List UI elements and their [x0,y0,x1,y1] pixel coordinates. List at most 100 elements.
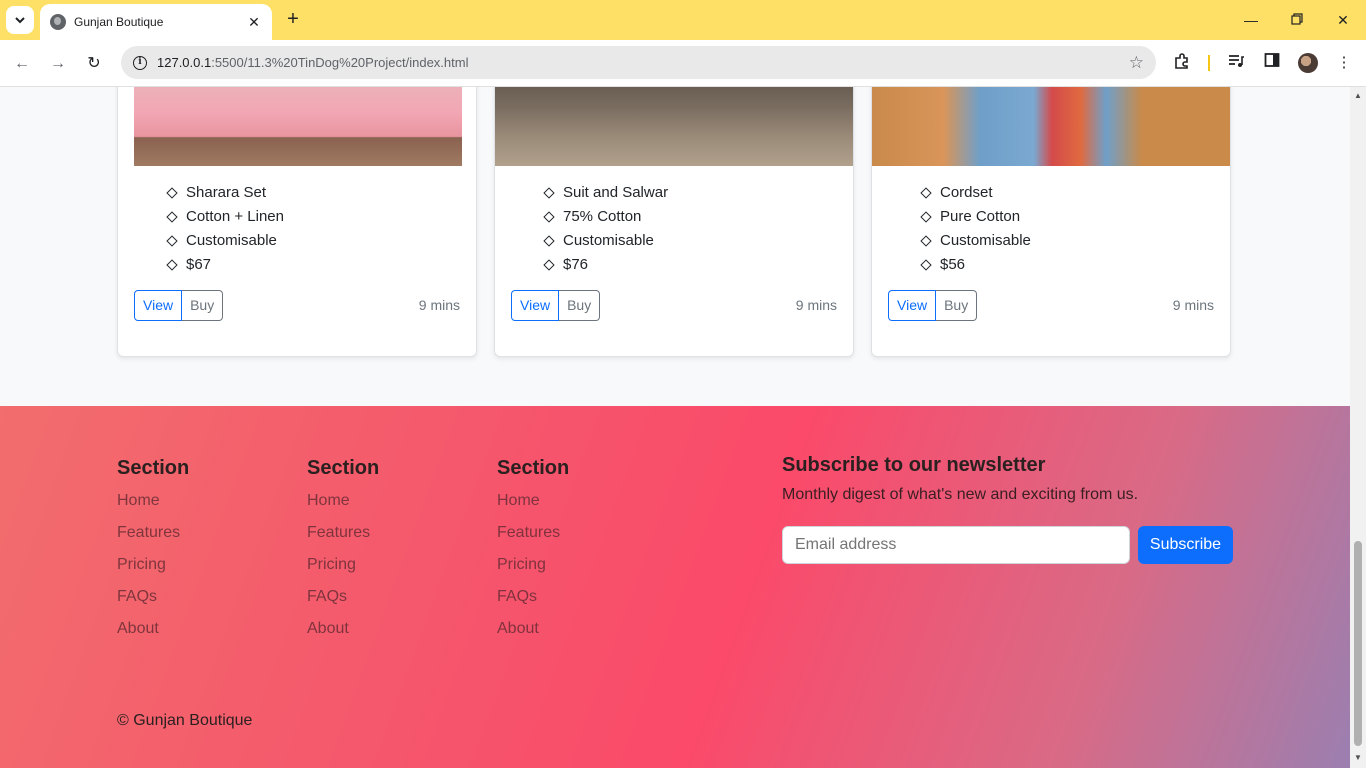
view-button[interactable]: View [134,290,183,321]
diamond-bullet-icon [166,259,178,271]
list-item: $76 [543,253,668,277]
product-card: Suit and Salwar 75% Cotton Customisable … [494,87,854,357]
card-time: 9 mins [1172,297,1214,313]
restore-icon[interactable] [1285,8,1309,32]
tab-search-button[interactable] [6,6,34,34]
diamond-bullet-icon [543,187,555,199]
tab-title: Gunjan Boutique [74,15,164,29]
list-item: Customisable [920,229,1031,253]
list-item: Customisable [543,229,668,253]
footer-link-faqs[interactable]: FAQs [497,581,569,613]
product-card: Sharara Set Cotton + Linen Customisable … [117,87,477,357]
minimize-icon[interactable]: — [1239,8,1263,32]
forward-icon[interactable]: → [46,52,70,76]
product-details-list: Suit and Salwar 75% Cotton Customisable … [543,181,668,277]
diamond-bullet-icon [166,211,178,223]
address-bar[interactable]: i 127.0.0.1:5500/11.3%20TinDog%20Project… [121,46,1156,79]
extensions-icon[interactable] [1171,52,1193,74]
buy-button[interactable]: Buy [559,290,601,321]
diamond-bullet-icon [166,187,178,199]
info-icon[interactable]: i [133,55,147,70]
close-tab-icon[interactable]: ✕ [246,14,262,31]
footer-column-heading: Section [307,457,380,479]
list-item: Customisable [166,229,284,253]
email-field[interactable] [782,526,1130,564]
card-button-group: View Buy [134,290,224,321]
product-image [134,87,462,166]
footer-link-pricing[interactable]: Pricing [497,549,569,581]
newsletter-subtitle: Monthly digest of what's new and excitin… [782,486,1139,503]
new-tab-button[interactable]: + [282,8,304,30]
media-control-icon[interactable] [1225,52,1247,74]
list-item: Cordset [920,181,1031,205]
diamond-bullet-icon [543,235,555,247]
diamond-bullet-icon [920,211,932,223]
footer-link-about[interactable]: About [117,613,189,645]
back-icon[interactable]: ← [10,52,34,76]
product-card: Cordset Pure Cotton Customisable $56 Vie… [871,87,1231,357]
footer-link-faqs[interactable]: FAQs [307,581,379,613]
side-panel-icon[interactable] [1261,52,1283,74]
page-scrollbar[interactable]: ▲ ▼ [1350,87,1366,768]
card-time: 9 mins [795,297,837,313]
product-image [872,87,1230,166]
card-button-group: View Buy [511,290,601,321]
footer-column: Section Home Features Pricing FAQs About [497,454,569,645]
footer-link-features[interactable]: Features [497,517,569,549]
footer-link-home[interactable]: Home [117,485,189,517]
footer-link-pricing[interactable]: Pricing [117,549,189,581]
list-item: Suit and Salwar [543,181,668,205]
page-viewport: Sharara Set Cotton + Linen Customisable … [0,87,1350,768]
view-button[interactable]: View [511,290,560,321]
chevron-down-icon [15,17,25,24]
browser-tab[interactable]: Gunjan Boutique ✕ [40,4,272,40]
footer: Section Home Features Pricing FAQs About… [0,406,1350,768]
diamond-bullet-icon [920,235,932,247]
footer-column: Section Home Features Pricing FAQs About [117,454,189,645]
menu-kebab-icon[interactable]: ⋮ [1333,52,1355,74]
close-window-icon[interactable]: ✕ [1331,8,1355,32]
browser-toolbar: ← → ↻ i 127.0.0.1:5500/11.3%20TinDog%20P… [0,40,1366,87]
diamond-bullet-icon [920,187,932,199]
card-time: 9 mins [418,297,460,313]
list-item: 75% Cotton [543,205,668,229]
list-item: Sharara Set [166,181,284,205]
footer-link-about[interactable]: About [307,613,379,645]
footer-link-features[interactable]: Features [307,517,379,549]
url-text: 127.0.0.1:5500/11.3%20TinDog%20Project/i… [157,55,469,70]
footer-column-heading: Section [117,457,190,479]
list-item: Pure Cotton [920,205,1031,229]
product-details-list: Cordset Pure Cotton Customisable $56 [920,181,1031,277]
copyright-text: © Gunjan Boutique [117,712,253,729]
product-details-list: Sharara Set Cotton + Linen Customisable … [166,181,284,277]
scroll-down-icon[interactable]: ▼ [1354,753,1362,762]
footer-link-features[interactable]: Features [117,517,189,549]
buy-button[interactable]: Buy [182,290,224,321]
diamond-bullet-icon [543,211,555,223]
bookmark-star-icon[interactable]: ☆ [1129,53,1144,73]
buy-button[interactable]: Buy [936,290,978,321]
footer-link-about[interactable]: About [497,613,569,645]
footer-link-home[interactable]: Home [307,485,379,517]
product-image [495,87,853,166]
list-item: Cotton + Linen [166,205,284,229]
subscribe-button[interactable]: Subscribe [1138,526,1233,564]
scroll-up-icon[interactable]: ▲ [1354,91,1362,100]
scrollbar-thumb[interactable] [1354,541,1362,746]
newsletter-title: Subscribe to our newsletter [782,454,1046,476]
view-button[interactable]: View [888,290,937,321]
globe-icon [50,14,66,30]
footer-column: Section Home Features Pricing FAQs About [307,454,379,645]
toolbar-divider [1208,55,1210,71]
footer-column-heading: Section [497,457,570,479]
footer-link-pricing[interactable]: Pricing [307,549,379,581]
footer-link-home[interactable]: Home [497,485,569,517]
profile-avatar[interactable] [1298,53,1318,73]
diamond-bullet-icon [166,235,178,247]
reload-icon[interactable]: ↻ [82,52,106,76]
browser-tab-bar: Gunjan Boutique ✕ + — ✕ [0,0,1366,40]
list-item: $56 [920,253,1031,277]
card-button-group: View Buy [888,290,978,321]
diamond-bullet-icon [543,259,555,271]
footer-link-faqs[interactable]: FAQs [117,581,189,613]
